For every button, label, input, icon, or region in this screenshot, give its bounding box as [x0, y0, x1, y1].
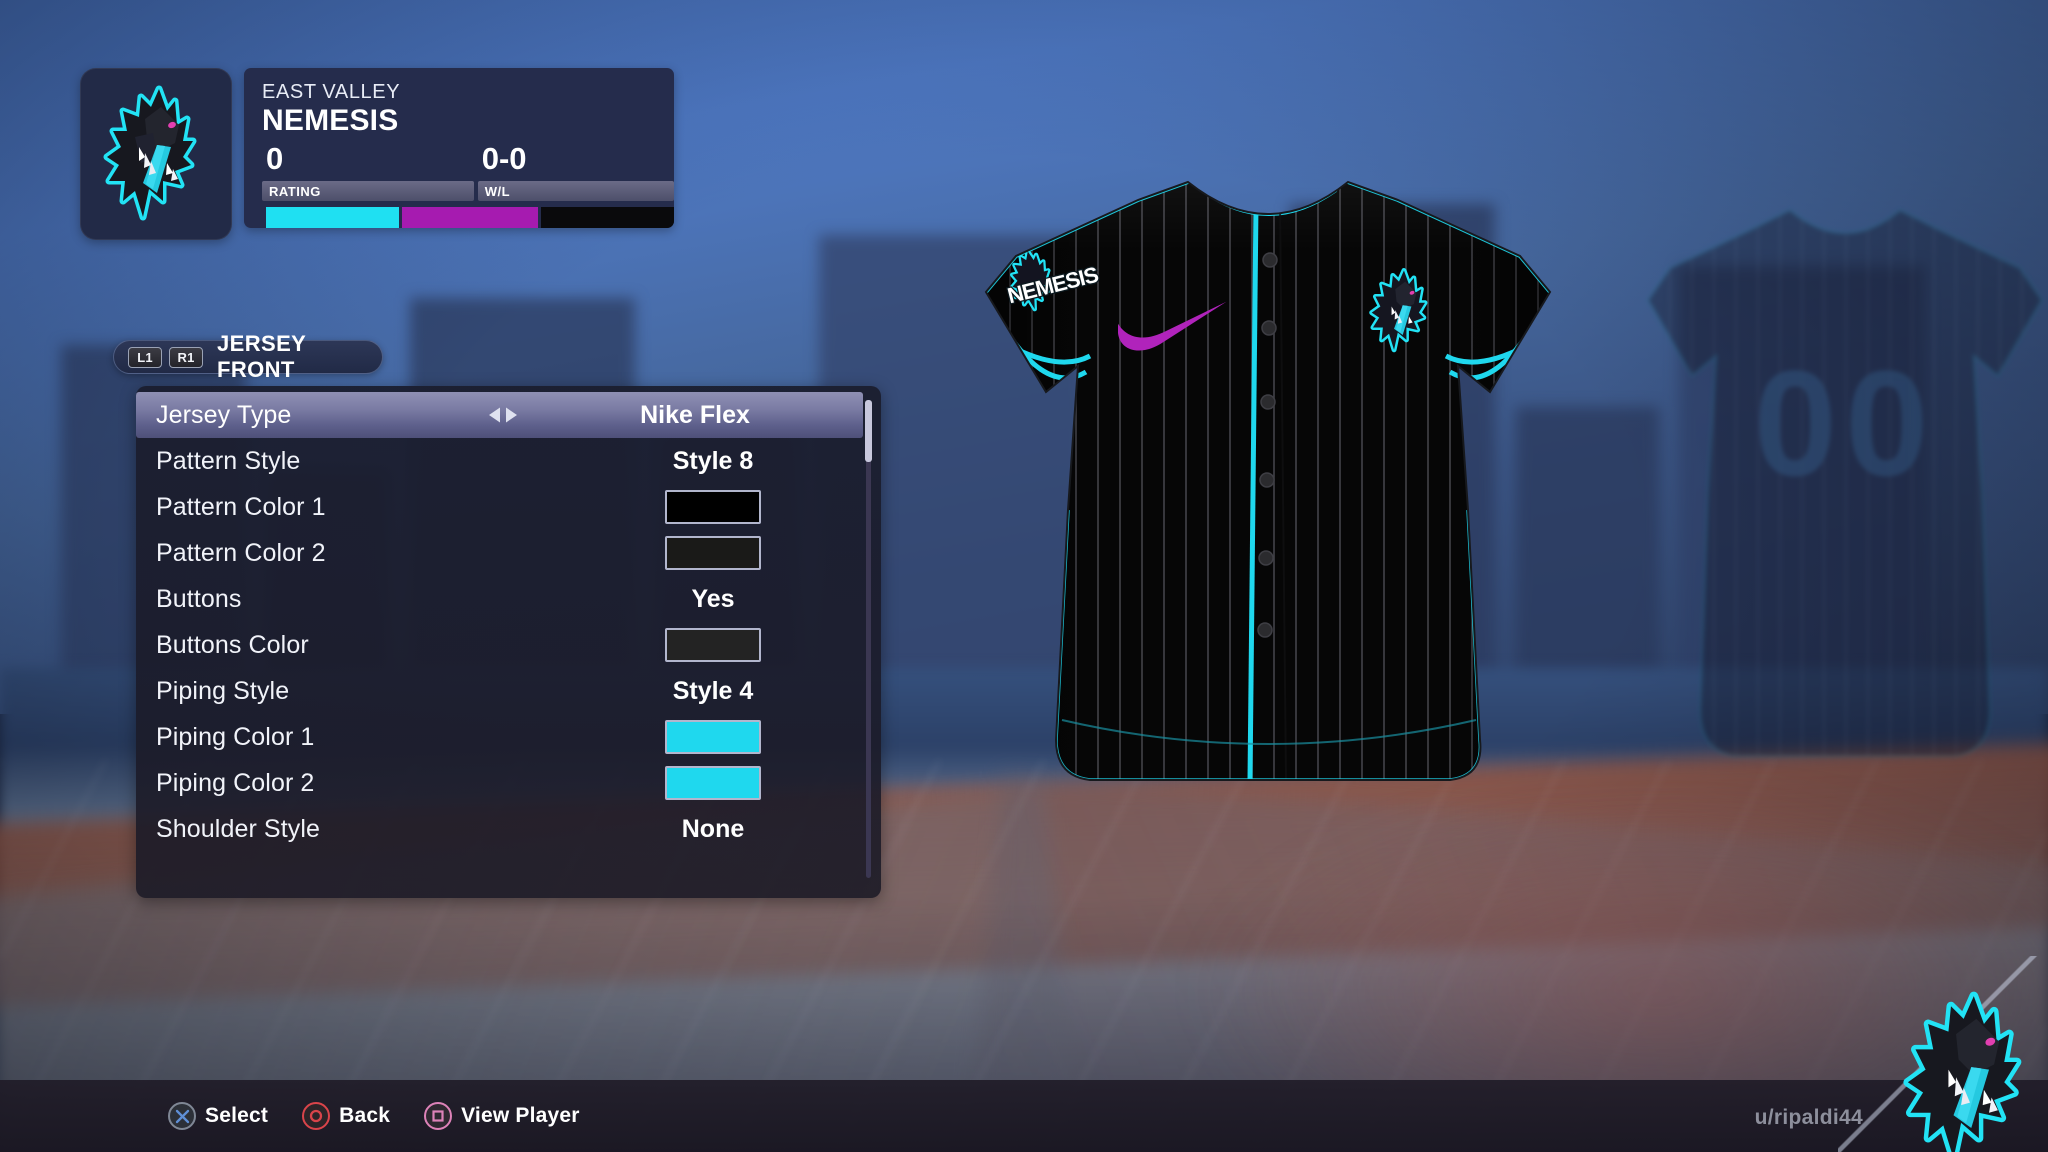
option-row-shoulder-style[interactable]: Shoulder Style None — [136, 806, 881, 852]
nemesis-mascot-icon — [103, 85, 197, 221]
jersey-section-tab[interactable]: L1 R1 JERSEY FRONT — [113, 331, 383, 382]
footer-action-bar: Select Back View Player — [0, 1080, 2048, 1152]
option-label: Piping Color 1 — [156, 722, 315, 751]
option-label: Piping Style — [156, 676, 290, 705]
option-row-pattern-color-1[interactable]: Pattern Color 1 — [136, 484, 881, 530]
prompt-view-player[interactable]: View Player — [424, 1102, 580, 1130]
option-value: Style 4 — [672, 676, 754, 705]
team-color-2[interactable]: ACCENT COLOR 1 — [402, 207, 538, 228]
prompt-view-player-label: View Player — [461, 1104, 580, 1127]
team-header: EAST VALLEY NEMESIS 0 RATING 0-0 W/L MAI… — [80, 68, 674, 240]
option-value-area[interactable]: Style 4 — [623, 668, 803, 714]
option-value-area[interactable]: Style 8 — [623, 438, 803, 484]
option-row-piping-color-1[interactable]: Piping Color 1 — [136, 714, 881, 760]
option-label: Pattern Color 2 — [156, 538, 326, 567]
options-scrollbar-thumb[interactable] — [865, 400, 872, 462]
team-info-box: EAST VALLEY NEMESIS 0 RATING 0-0 W/L MAI… — [244, 68, 674, 228]
team-color-swatch-1 — [266, 207, 400, 228]
playstation-square-icon — [424, 1102, 453, 1130]
team-colors-row: MAIN COLORACCENT COLOR 1ACCENT COLOR 2 — [262, 207, 674, 228]
option-value-area[interactable]: None — [623, 806, 803, 852]
option-color-swatch[interactable] — [665, 536, 761, 570]
option-value-area[interactable] — [623, 530, 803, 576]
rating-label: RATING — [262, 181, 474, 201]
option-value: None — [681, 814, 745, 843]
option-row-jersey-type[interactable]: Jersey Type Nike Flex — [136, 392, 863, 438]
options-list: Jersey Type Nike Flex Pattern Style Style 8… — [136, 386, 881, 852]
option-row-buttons[interactable]: Buttons Yes — [136, 576, 881, 622]
option-label: Jersey Type — [156, 400, 292, 429]
team-color-3[interactable]: ACCENT COLOR 2 — [540, 207, 674, 228]
rating-stat: 0 RATING — [262, 143, 474, 201]
section-title: JERSEY FRONT — [217, 331, 306, 382]
option-value-area[interactable] — [623, 484, 803, 530]
option-row-piping-color-2[interactable]: Piping Color 2 — [136, 760, 881, 806]
option-value: Yes — [691, 584, 735, 613]
option-label: Pattern Style — [156, 446, 301, 475]
prompt-select-label: Select — [205, 1104, 269, 1127]
option-row-piping-style[interactable]: Piping Style Style 4 — [136, 668, 881, 714]
option-value-area[interactable] — [623, 622, 803, 668]
rating-value: 0 — [266, 141, 284, 176]
option-label: Pattern Color 1 — [156, 492, 326, 521]
option-value-area[interactable]: Yes — [623, 576, 803, 622]
option-row-pattern-style[interactable]: Pattern Style Style 8 — [136, 438, 881, 484]
playstation-cross-icon — [168, 1102, 196, 1130]
option-label: Buttons — [156, 584, 242, 613]
option-color-swatch[interactable] — [665, 490, 761, 524]
team-color-1[interactable]: MAIN COLOR — [266, 207, 400, 228]
team-stats-row: 0 RATING 0-0 W/L — [262, 143, 674, 201]
playstation-circle-icon — [302, 1102, 331, 1130]
team-color-swatch-2 — [402, 207, 538, 228]
options-scrollbar[interactable] — [865, 400, 872, 878]
nemesis-mascot-icon — [1903, 991, 2022, 1152]
winloss-value: 0-0 — [481, 141, 527, 176]
prompt-back-label: Back — [339, 1104, 391, 1127]
option-label: Shoulder Style — [156, 814, 320, 843]
option-color-swatch[interactable] — [665, 766, 761, 800]
jersey-options-panel[interactable]: Jersey Type Nike Flex Pattern Style Style 8… — [136, 386, 881, 898]
option-value: Style 8 — [672, 446, 754, 475]
prompt-back[interactable]: Back — [302, 1102, 390, 1130]
team-color-swatch-3 — [540, 207, 674, 228]
winloss-stat: 0-0 W/L — [477, 141, 674, 201]
option-value: Nike Flex — [640, 400, 750, 429]
option-color-swatch[interactable] — [665, 628, 761, 662]
value-arrows-icon[interactable] — [487, 407, 519, 424]
option-label: Buttons Color — [156, 630, 309, 659]
team-name: NEMESIS — [262, 104, 399, 137]
option-color-swatch[interactable] — [665, 720, 761, 754]
winloss-label: W/L — [477, 181, 674, 201]
prompt-select[interactable]: Select — [168, 1102, 268, 1130]
option-value-area[interactable] — [623, 760, 803, 806]
l1-bumper-icon[interactable]: L1 — [128, 346, 162, 368]
option-row-pattern-color-2[interactable]: Pattern Color 2 — [136, 530, 881, 576]
team-crest-box — [80, 68, 232, 240]
option-label: Piping Color 2 — [156, 768, 315, 797]
option-value-area[interactable]: Nike Flex — [489, 392, 785, 438]
option-row-buttons-color[interactable]: Buttons Color — [136, 622, 881, 668]
option-value-area[interactable] — [623, 714, 803, 760]
team-city: EAST VALLEY — [262, 81, 401, 103]
corner-brand-logo — [1838, 956, 2048, 1152]
r1-bumper-icon[interactable]: R1 — [169, 346, 203, 368]
